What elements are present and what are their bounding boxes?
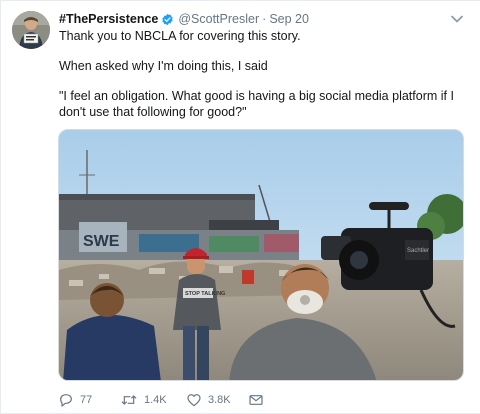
like-count: 3.8K xyxy=(208,394,231,406)
retweet-button[interactable]: 1.4K xyxy=(120,392,167,408)
tweet-header: #ThePersistence @ScottPresler · Sep 20 xyxy=(59,10,309,28)
envelope-icon xyxy=(248,392,264,408)
tweet-card[interactable]: #ThePersistence @ScottPresler · Sep 20 T… xyxy=(0,0,480,414)
camera-brand-text: Sachtler xyxy=(407,248,429,254)
tweet-line: Thank you to NBCLA for covering this sto… xyxy=(59,29,301,43)
tweet-line: When asked why I'm doing this, I said xyxy=(59,59,268,73)
handle[interactable]: @ScottPresler xyxy=(178,12,259,26)
chevron-down-icon[interactable] xyxy=(450,12,464,24)
like-button[interactable]: 3.8K xyxy=(186,392,231,408)
reply-count: 77 xyxy=(80,394,93,406)
svg-text:SWE: SWE xyxy=(83,233,120,250)
tweet-line: don't use that following for good?" xyxy=(59,105,247,119)
display-name[interactable]: #ThePersistence xyxy=(59,12,158,26)
reply-button[interactable]: 77 xyxy=(58,392,92,408)
retweet-icon xyxy=(120,392,138,408)
shirt-text: STOP TALKING xyxy=(185,291,225,297)
tweet-line: "I feel an obligation. What good is havi… xyxy=(59,89,454,103)
tweet-photo[interactable]: SWE STOP TALKING Sachtler xyxy=(58,129,464,381)
separator: · xyxy=(262,12,267,26)
divider xyxy=(0,0,1,414)
divider xyxy=(0,0,480,1)
reply-icon xyxy=(58,392,74,408)
tweet-text: Thank you to NBCLA for covering this sto… xyxy=(59,28,464,120)
verified-badge-icon xyxy=(161,13,174,26)
timestamp[interactable]: Sep 20 xyxy=(269,12,309,26)
direct-message-button[interactable] xyxy=(248,392,264,408)
avatar[interactable] xyxy=(12,11,50,49)
retweet-count: 1.4K xyxy=(144,394,167,406)
heart-icon xyxy=(186,392,202,408)
